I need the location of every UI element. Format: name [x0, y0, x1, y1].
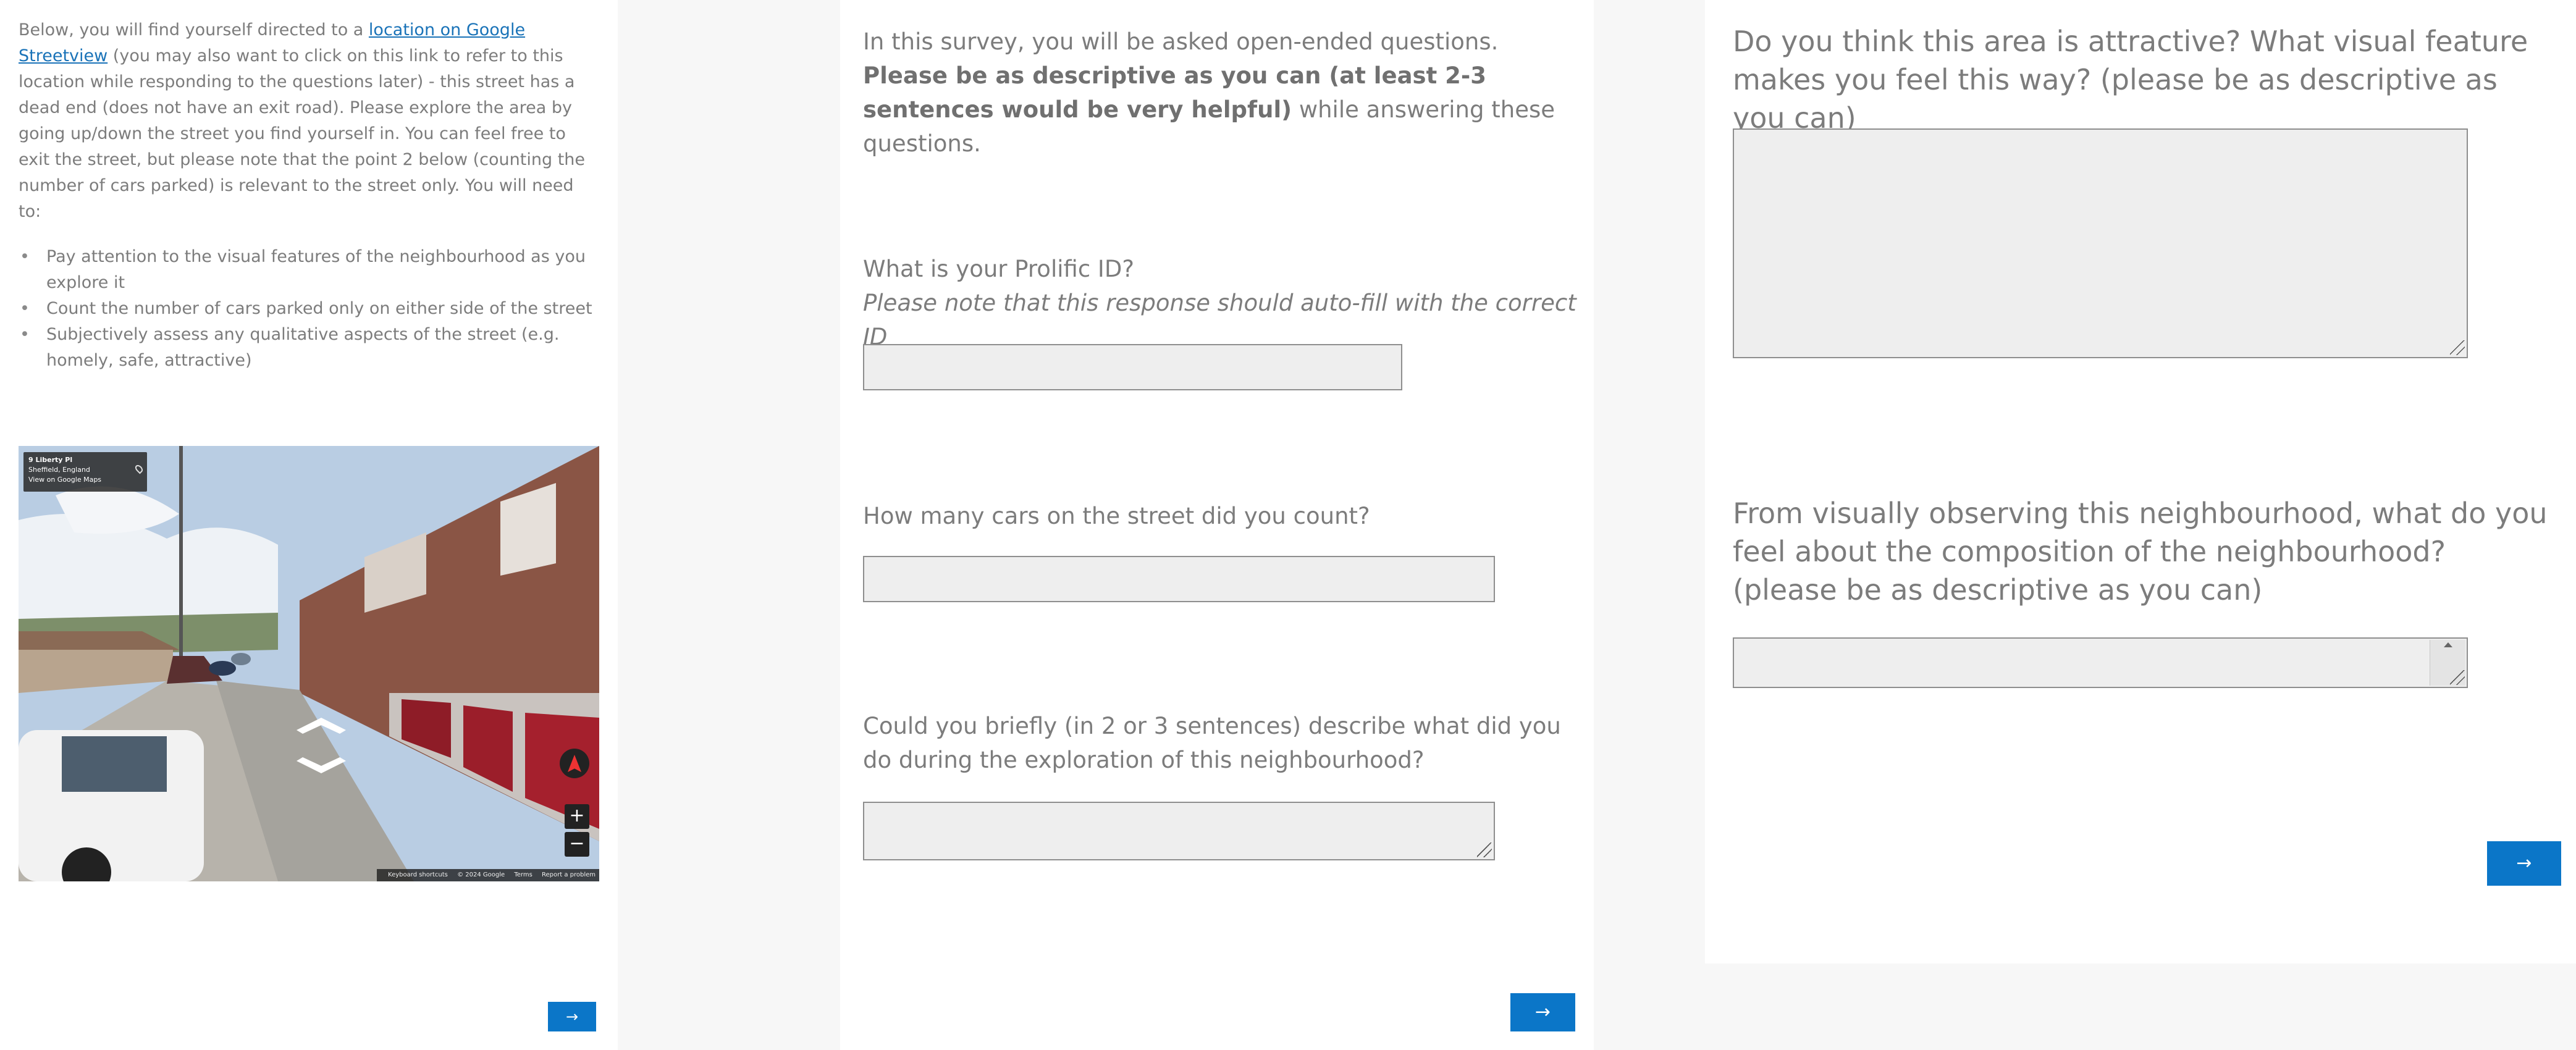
resize-handle-icon[interactable] [2450, 340, 2465, 355]
survey-page-3: Do you think this area is attractive? Wh… [1705, 0, 2576, 964]
survey-intro: In this survey, you will be asked open-e… [863, 25, 1573, 161]
streetview-footer: Keyboard shortcuts © 2024 Google Terms R… [377, 869, 599, 881]
attractive-textarea[interactable] [1733, 128, 2468, 358]
question-label: Could you briefly (in 2 or 3 sentences) … [863, 713, 1561, 773]
question-prolific-id: What is your Prolific ID? Please note th… [863, 252, 1580, 354]
prolific-id-input[interactable] [863, 344, 1402, 390]
survey-page-2: In this survey, you will be asked open-e… [840, 0, 1594, 1050]
zoom-out-button[interactable]: − [565, 832, 589, 857]
cars-count-input[interactable] [863, 556, 1495, 602]
report-problem-link[interactable]: Report a problem [542, 872, 596, 878]
next-button[interactable]: → [548, 1002, 596, 1031]
list-item: Pay attention to the visual features of … [19, 244, 599, 296]
next-button[interactable]: → [2487, 841, 2561, 886]
compass-icon[interactable] [560, 749, 589, 778]
streetview-image [19, 446, 599, 881]
instructions-list: Pay attention to the visual features of … [19, 244, 599, 374]
question-attractive: Do you think this area is attractive? Wh… [1733, 25, 2528, 135]
copyright-text: © 2024 Google [457, 872, 505, 878]
terms-link[interactable]: Terms [514, 872, 532, 878]
intro-plain-text: In this survey, you will be asked open-e… [863, 28, 1499, 55]
next-button[interactable]: → [1510, 993, 1575, 1031]
describe-exploration-textarea[interactable] [863, 802, 1495, 860]
question-describe-exploration: Could you briefly (in 2 or 3 sentences) … [863, 709, 1580, 777]
place-region: Sheffield, England [28, 466, 90, 474]
list-item: Count the number of cars parked only on … [19, 296, 599, 322]
streetview-location-card[interactable]: 9 Liberty Pl Sheffield, England View on … [23, 452, 147, 492]
view-on-maps-link[interactable]: View on Google Maps [28, 475, 142, 485]
streetview-embed[interactable]: 9 Liberty Pl Sheffield, England View on … [19, 446, 599, 881]
question-label: How many cars on the street did you coun… [863, 503, 1370, 529]
list-item: Subjectively assess any qualitative aspe… [19, 322, 599, 374]
place-name: 9 Liberty Pl [28, 456, 73, 464]
question-composition: From visually observing this neighbourho… [1733, 497, 2548, 607]
survey-page-1: Below, you will find yourself directed t… [0, 0, 618, 1050]
question-cars-count: How many cars on the street did you coun… [863, 499, 1580, 533]
intro-paragraph: Below, you will find yourself directed t… [19, 17, 593, 225]
composition-textarea[interactable] [1733, 637, 2468, 688]
resize-handle-icon[interactable] [1477, 842, 1492, 857]
keyboard-shortcuts-link[interactable]: Keyboard shortcuts [388, 872, 448, 878]
resize-handle-icon[interactable] [2450, 670, 2465, 685]
question-label: What is your Prolific ID? [863, 256, 1134, 282]
intro-text-start: Below, you will find yourself directed t… [19, 20, 369, 40]
zoom-in-button[interactable]: + [565, 804, 589, 829]
intro-text-rest: (you may also want to click on this link… [19, 46, 585, 221]
